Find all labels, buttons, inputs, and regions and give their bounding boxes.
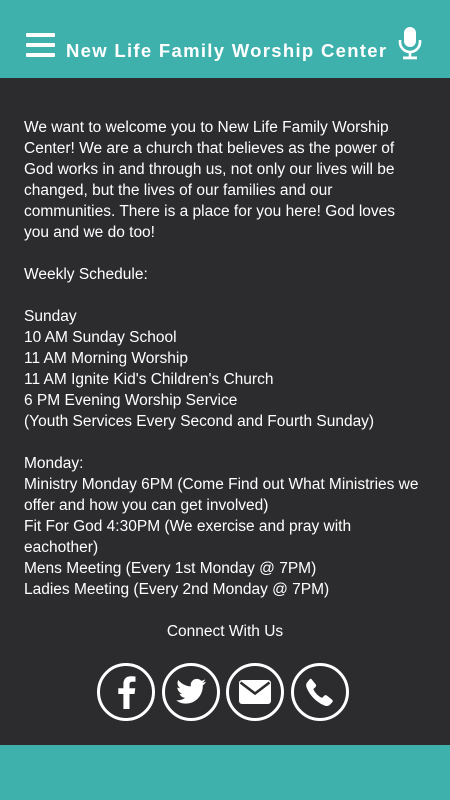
monday-item: Ministry Monday 6PM (Come Find out What … — [24, 476, 419, 514]
app-footer — [0, 745, 450, 800]
monday-item: Fit For God 4:30PM (We exercise and pray… — [24, 518, 352, 556]
sunday-heading: Sunday — [24, 308, 77, 325]
phone-icon — [306, 678, 333, 706]
app-header: New Life Family Worship Center — [0, 0, 450, 78]
sunday-item: 11 AM Ignite Kid's Children's Church — [24, 371, 274, 388]
email-button[interactable] — [226, 663, 285, 721]
site-title[interactable]: New Life Family Worship Center — [66, 39, 392, 63]
microphone-icon[interactable] — [398, 26, 422, 60]
twitter-icon — [175, 678, 206, 704]
schedule-heading: Weekly Schedule: — [24, 266, 148, 283]
facebook-icon — [118, 676, 136, 709]
hamburger-menu-icon[interactable] — [26, 33, 55, 57]
sunday-item: 6 PM Evening Worship Service — [24, 392, 238, 409]
sunday-item: (Youth Services Every Second and Fourth … — [24, 413, 375, 430]
welcome-paragraph: We want to welcome you to New Life Famil… — [24, 119, 396, 241]
facebook-button[interactable] — [97, 663, 155, 721]
main-content: We want to welcome you to New Life Famil… — [24, 117, 424, 600]
connect-heading: Connect With Us — [166, 623, 284, 640]
monday-item: Ladies Meeting (Every 2nd Monday @ 7PM) — [24, 581, 330, 598]
monday-heading: Monday: — [24, 455, 84, 472]
social-links — [97, 663, 349, 721]
twitter-button[interactable] — [161, 663, 220, 721]
sunday-item: 11 AM Morning Worship — [24, 350, 188, 367]
phone-button[interactable] — [290, 663, 349, 721]
monday-item: Mens Meeting (Every 1st Monday @ 7PM) — [24, 560, 317, 577]
email-icon — [239, 680, 272, 704]
sunday-item: 10 AM Sunday School — [24, 329, 177, 346]
